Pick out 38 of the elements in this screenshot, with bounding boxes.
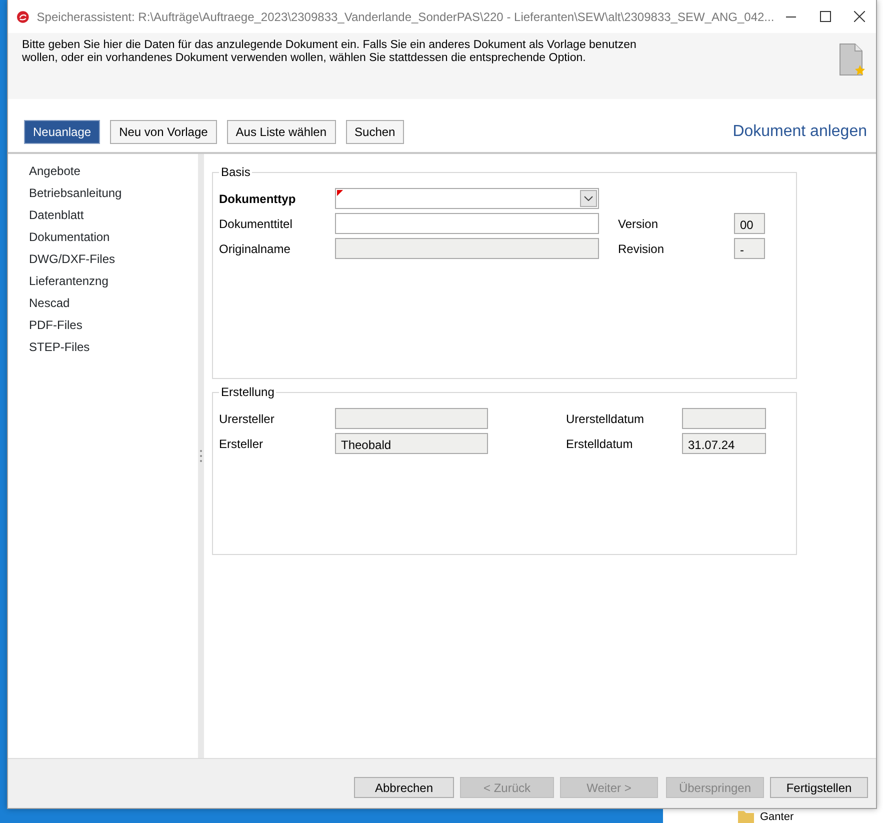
category-item[interactable]: STEP-Files (29, 339, 198, 361)
field-label: Revision (618, 240, 666, 258)
page-heading: Dokument anlegen (732, 122, 867, 142)
close-icon (854, 11, 865, 22)
field-label: Originalname (219, 240, 292, 258)
new-document-icon (838, 43, 866, 77)
instruction-text: Bitte geben Sie hier die Daten für das anzulegende Dokument ein. Falls Sie ein anderes Dokument als Vorlage benutzen wollen, oder ein vorhandenes Dokument verwenden wollen, wählen Sie stattdessen die entsprechende Option. (22, 39, 638, 66)
category-item[interactable]: DWG/DXF-Files (29, 251, 198, 273)
app-logo-icon (17, 8, 29, 24)
maximize-icon (820, 11, 831, 22)
mode-button[interactable]: Neuanlage (24, 120, 100, 144)
field-label: Erstelldatum (566, 436, 634, 452)
category-item[interactable]: Nescad (29, 295, 198, 317)
group-title: Basis (219, 165, 252, 179)
field-label: Urersteller (219, 410, 276, 428)
mode-button[interactable]: Neu von Vorlage (110, 120, 217, 144)
dropdown-field[interactable] (335, 188, 599, 209)
category-item[interactable]: Dokumentation (29, 229, 198, 251)
category-item[interactable]: Lieferantenzng (29, 273, 198, 295)
category-item[interactable]: Angebote (29, 163, 198, 185)
field-label: Urerstelldatum (566, 410, 646, 428)
chevron-down-icon (584, 196, 593, 201)
input-field[interactable] (335, 213, 599, 234)
mode-button[interactable]: Suchen (346, 120, 404, 144)
footer-button[interactable]: Fertigstellen (770, 777, 868, 798)
category-item[interactable]: Datenblatt (29, 207, 198, 229)
category-item[interactable]: PDF-Files (29, 317, 198, 339)
category-item[interactable]: Betriebsanleitung (29, 185, 198, 207)
field-label: Ersteller (219, 436, 264, 452)
field-label: Dokumenttyp (219, 190, 297, 208)
field-label: Dokumenttitel (219, 216, 294, 232)
splitter-handle[interactable] (198, 154, 204, 758)
group-title: Erstellung (219, 385, 276, 399)
footer-button[interactable]: Abbrechen (354, 777, 454, 798)
folder-label: Ganter (760, 810, 794, 822)
window-title: Speicherassistent: R:\Aufträge\Auftraege_2023\2309833_Vanderlande_SonderPAS\220 - Lieferanten\SEW\alt\2309833_SEW_ANG_042... (36, 8, 774, 26)
field-label: Version (618, 216, 660, 232)
mode-button[interactable]: Aus Liste wählen (226, 120, 336, 144)
